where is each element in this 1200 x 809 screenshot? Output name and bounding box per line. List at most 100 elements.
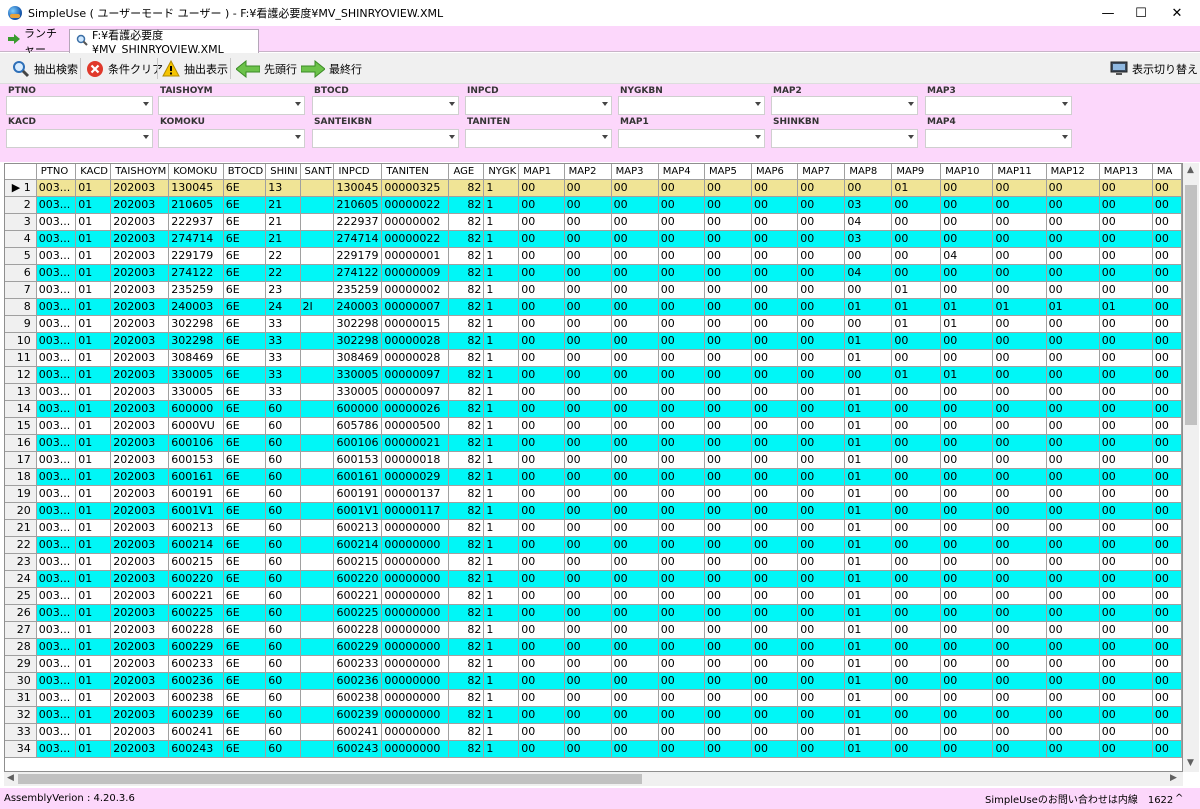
cell-sant[interactable] [300, 655, 335, 673]
cell-map9[interactable]: 00 [891, 706, 942, 724]
cell-map1[interactable]: 00 [518, 451, 565, 469]
cell-map7[interactable]: 00 [797, 264, 846, 282]
cell-map1[interactable]: 00 [518, 570, 565, 588]
chevron-down-icon[interactable] [908, 135, 914, 139]
cell-age[interactable]: 82 [448, 417, 485, 435]
cell-map4[interactable]: 00 [658, 468, 705, 486]
row-header[interactable]: 18 [5, 468, 37, 486]
cell-map10[interactable]: 00 [940, 519, 994, 537]
extract-search-button[interactable]: 抽出検索 [12, 57, 78, 80]
column-header-shini[interactable]: SHINI [265, 164, 301, 180]
cell-map13[interactable]: 00 [1099, 264, 1153, 282]
cell-shini[interactable]: 60 [265, 434, 301, 452]
cell-ptno[interactable]: 003... [36, 213, 77, 231]
cell-map12[interactable]: 00 [1046, 417, 1100, 435]
cell-nygk[interactable]: 1 [483, 349, 520, 367]
cell-map2[interactable]: 00 [564, 621, 612, 639]
data-grid[interactable]: PTNO KACD TAISHOYM KOMOKU BTOCD SHINI SANT INPC… [4, 163, 1183, 772]
cell-map11[interactable]: 00 [992, 536, 1047, 554]
cell-map11[interactable]: 00 [992, 485, 1047, 503]
cell-map6[interactable]: 00 [751, 281, 799, 299]
cell-map5[interactable]: 00 [704, 689, 753, 707]
cell-taniten[interactable]: 00000002 [381, 281, 450, 299]
cell-shini[interactable]: 60 [265, 740, 301, 758]
cell-map10[interactable]: 01 [940, 315, 994, 333]
cell-map3[interactable]: 00 [611, 196, 659, 214]
cell-ptno[interactable]: 003... [36, 468, 77, 486]
table-row[interactable]: 25 003... 01 202003 600221 6E 60 600221 00000000… [5, 587, 1182, 605]
cell-komoku[interactable]: 210605 [168, 196, 224, 214]
cell-ptno[interactable]: 003... [36, 247, 77, 265]
cell-map13[interactable]: 00 [1099, 706, 1153, 724]
cell-komoku[interactable]: 302298 [168, 315, 224, 333]
cell-nygk[interactable]: 1 [483, 213, 520, 231]
cell-map3[interactable]: 00 [611, 366, 659, 384]
cell-taishoym[interactable]: 202003 [110, 553, 170, 571]
row-header[interactable]: 9 [5, 315, 37, 333]
cell-taniten[interactable]: 00000007 [381, 298, 450, 316]
cell-map6[interactable]: 00 [751, 502, 799, 520]
cell-sant[interactable] [300, 706, 335, 724]
column-header-btocd[interactable]: BTOCD [223, 164, 267, 180]
cell-map11[interactable]: 00 [992, 553, 1047, 571]
cell-map4[interactable]: 00 [658, 655, 705, 673]
column-header-ma[interactable]: MA [1152, 164, 1182, 180]
cell-btocd[interactable]: 6E [223, 553, 267, 571]
cell-map7[interactable]: 00 [797, 247, 846, 265]
column-header-sant[interactable]: SANT [300, 164, 335, 180]
cell-shini[interactable]: 60 [265, 689, 301, 707]
cell-taniten[interactable]: 00000001 [381, 247, 450, 265]
cell-age[interactable]: 82 [448, 264, 485, 282]
tab-xml-file[interactable]: F:¥看護必要度¥MV_SHINRYOVIEW.XML [69, 29, 259, 56]
cell-komoku[interactable]: 130045 [168, 179, 224, 197]
filter-combo-komoku[interactable] [158, 129, 305, 148]
cell-nygk[interactable]: 1 [483, 655, 520, 673]
cell-map10[interactable]: 00 [940, 672, 994, 690]
cell-komoku[interactable]: 600236 [168, 672, 224, 690]
cell-nygk[interactable]: 1 [483, 553, 520, 571]
cell-map4[interactable]: 00 [658, 417, 705, 435]
cell-map4[interactable]: 00 [658, 196, 705, 214]
cell-taniten[interactable]: 00000000 [381, 706, 450, 724]
row-header[interactable]: 7 [5, 281, 37, 299]
cell-map13[interactable]: 00 [1099, 655, 1153, 673]
cell-map13[interactable]: 00 [1099, 451, 1153, 469]
close-button[interactable]: ✕ [1154, 0, 1200, 26]
cell-kacd[interactable]: 01 [75, 468, 112, 486]
cell-ma[interactable]: 00 [1152, 485, 1182, 503]
cell-map3[interactable]: 00 [611, 213, 659, 231]
cell-map5[interactable]: 00 [704, 468, 753, 486]
cell-komoku[interactable]: 600221 [168, 587, 224, 605]
cell-map9[interactable]: 00 [891, 604, 942, 622]
row-header[interactable]: 11 [5, 349, 37, 367]
filter-combo-nygkbn[interactable] [618, 96, 765, 115]
cell-map5[interactable]: 00 [704, 587, 753, 605]
cell-nygk[interactable]: 1 [483, 434, 520, 452]
cell-kacd[interactable]: 01 [75, 672, 112, 690]
cell-map10[interactable]: 00 [940, 740, 994, 758]
cell-map11[interactable]: 00 [992, 502, 1047, 520]
cell-age[interactable]: 82 [448, 553, 485, 571]
cell-shini[interactable]: 22 [265, 264, 301, 282]
scroll-up-icon[interactable]: ▲ [1187, 165, 1194, 175]
cell-ptno[interactable]: 003... [36, 587, 77, 605]
cell-map8[interactable]: 00 [844, 315, 893, 333]
cell-map10[interactable]: 00 [940, 417, 994, 435]
cell-map7[interactable]: 00 [797, 553, 846, 571]
cell-map10[interactable]: 00 [940, 281, 994, 299]
cell-age[interactable]: 82 [448, 519, 485, 537]
cell-taniten[interactable]: 00000137 [381, 485, 450, 503]
cell-shini[interactable]: 21 [265, 230, 301, 248]
cell-ma[interactable]: 00 [1152, 468, 1182, 486]
cell-map1[interactable]: 00 [518, 553, 565, 571]
cell-map3[interactable]: 00 [611, 264, 659, 282]
cell-komoku[interactable]: 600000 [168, 400, 224, 418]
cell-btocd[interactable]: 6E [223, 349, 267, 367]
cell-map8[interactable]: 01 [844, 434, 893, 452]
table-row[interactable]: 2 003... 01 202003 210605 6E 21 210605 00000022 8… [5, 196, 1182, 214]
cell-inpcd[interactable]: 600238 [333, 689, 383, 707]
cell-nygk[interactable]: 1 [483, 366, 520, 384]
cell-map5[interactable]: 00 [704, 434, 753, 452]
cell-inpcd[interactable]: 600106 [333, 434, 383, 452]
cell-ptno[interactable]: 003... [36, 740, 77, 758]
